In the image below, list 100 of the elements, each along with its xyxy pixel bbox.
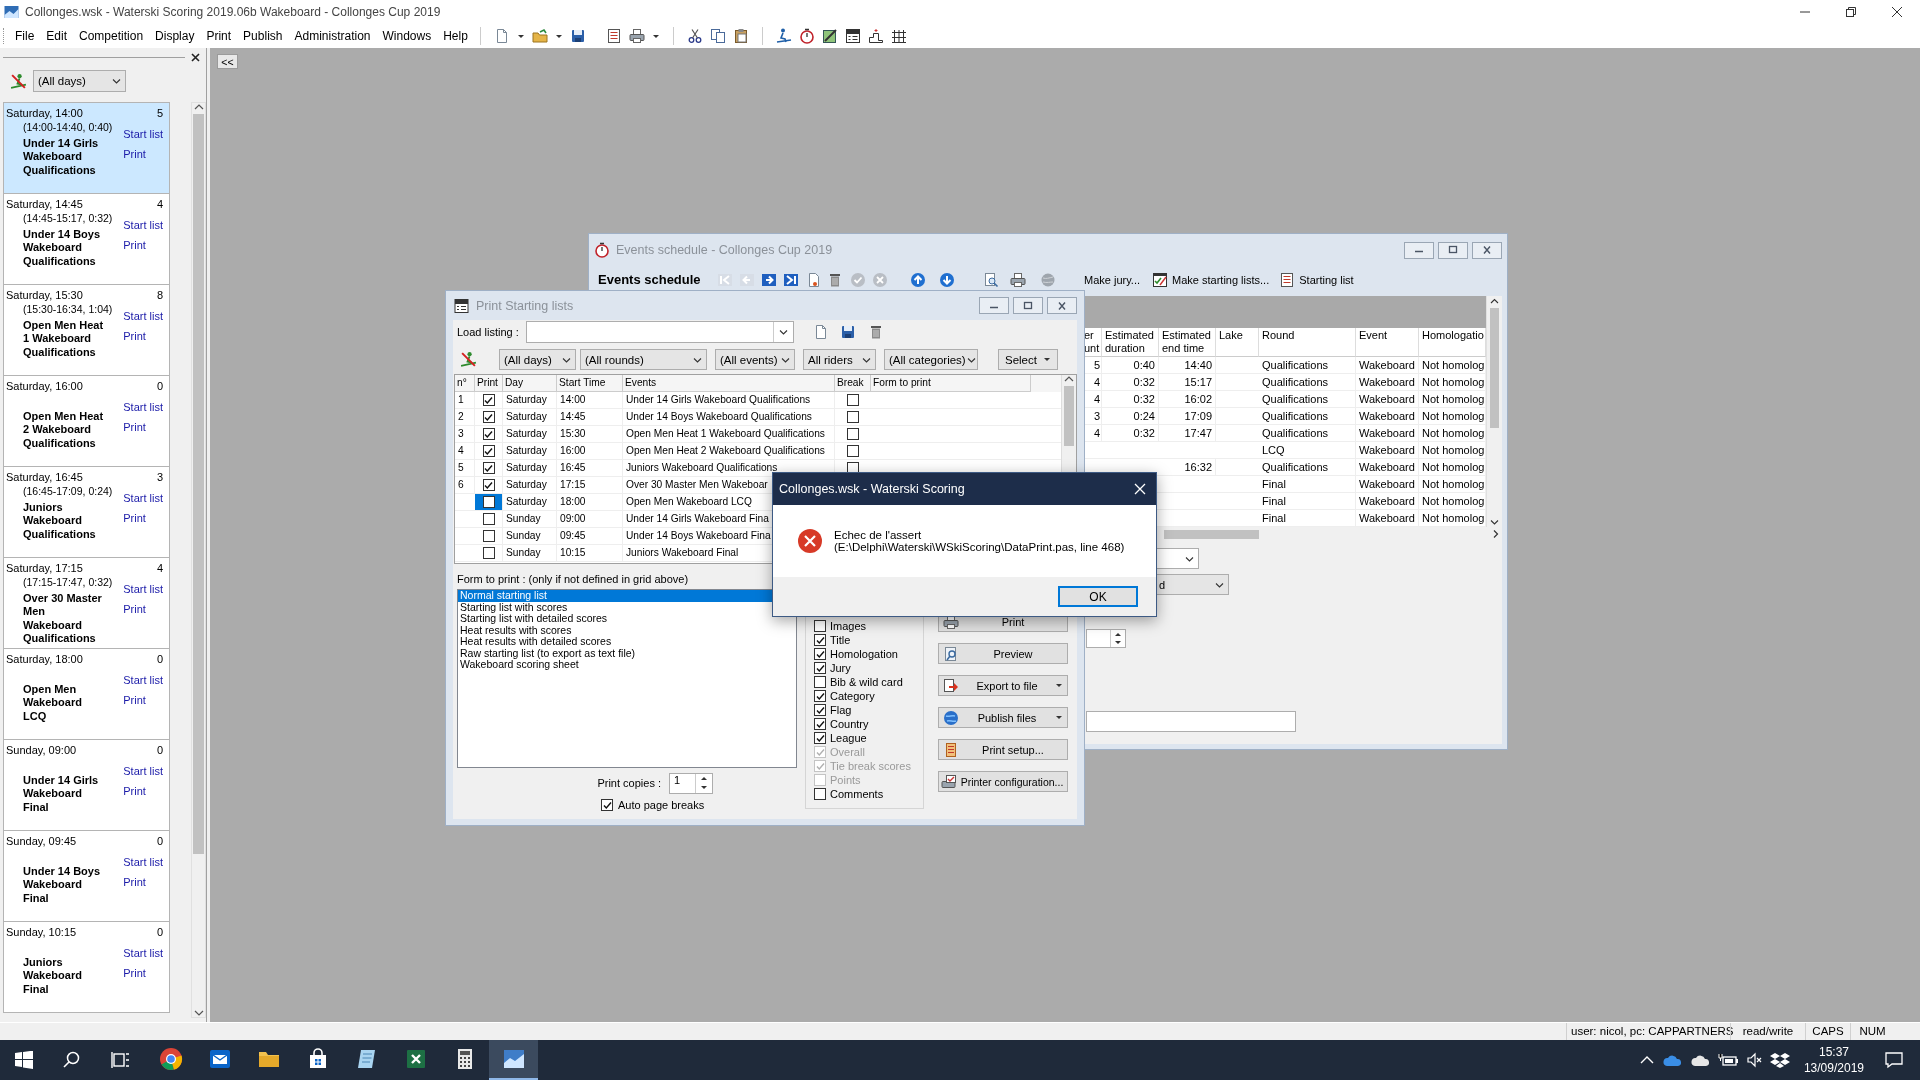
menu-item[interactable]: Edit — [40, 26, 74, 46]
print-link[interactable]: Print — [123, 693, 146, 707]
menu-item[interactable]: Print — [200, 26, 238, 46]
table-cell: 17:15 — [557, 477, 623, 493]
event-name: Juniors Wakeboard Final — [23, 956, 83, 996]
event-time: Saturday, 14:00 — [6, 106, 83, 120]
field-label: Load listing : — [457, 326, 520, 338]
menu-item[interactable]: Publish — [237, 26, 289, 46]
print-link[interactable]: Print — [123, 420, 146, 434]
action-button[interactable]: Printer configuration... — [938, 771, 1068, 792]
field-label: Print copies : — [597, 777, 661, 789]
event-card[interactable]: Saturday, 18:00 0 Open Men Wakeboard LCQ Start list Print — [3, 649, 170, 740]
column-header: Print — [475, 375, 503, 392]
filter-dropdown[interactable]: (All events) — [715, 349, 795, 370]
table-cell: Saturday — [503, 426, 557, 442]
checkbox-label: Bib & wild card — [830, 676, 903, 688]
menu-item[interactable]: Competition — [73, 26, 150, 46]
print-link[interactable]: Print — [123, 602, 146, 616]
action-button[interactable]: Make jury... — [1082, 268, 1143, 291]
select-button[interactable]: Select — [998, 349, 1058, 370]
start-list-link[interactable]: Start list — [123, 309, 163, 323]
error-message: (E:\Delphi\Waterski\WSkiScoring\DataPrint.pas, line 468) — [834, 541, 1125, 554]
menu-item[interactable]: Display — [149, 26, 201, 46]
window-title: Events schedule - Collonges Cup 2019 — [616, 243, 833, 257]
start-list-link[interactable]: Start list — [123, 946, 163, 960]
checkbox-label: Flag — [830, 704, 852, 716]
print-link[interactable]: Print — [123, 511, 146, 525]
table-cell: Wakeboard — [1356, 408, 1419, 424]
table-cell: Final — [1259, 476, 1356, 492]
list-item[interactable]: Starting list with detailed scores — [458, 613, 796, 625]
rider-count: 0 — [156, 652, 163, 666]
table-cell: 0:32 — [1102, 374, 1159, 390]
filter-dropdown[interactable]: (All days) — [499, 349, 576, 370]
start-list-link[interactable]: Start list — [123, 855, 163, 869]
time-range: (15:30-16:34, 1:04) — [23, 302, 114, 316]
start-list-link[interactable]: Start list — [123, 764, 163, 778]
table-cell: 6 — [455, 477, 475, 493]
print-link[interactable]: Print — [123, 329, 146, 343]
column-header: Break — [835, 375, 871, 392]
table-cell: Wakeboard — [1356, 357, 1419, 373]
start-list-link[interactable]: Start list — [123, 218, 163, 232]
table-cell: 0:40 — [1102, 357, 1159, 373]
table-cell: 0:32 — [1102, 391, 1159, 407]
event-card[interactable]: Saturday, 16:00 0 Open Men Heat 2 Wakeboard Qualifications Start list Print — [3, 376, 170, 467]
copies-spinner[interactable]: 1 — [669, 772, 713, 794]
list-item[interactable]: Raw starting list (to export as text file) — [458, 647, 796, 659]
filter-dropdown[interactable]: (All categories) — [884, 349, 978, 370]
event-name: Under 14 Boys Wakeboard Final — [23, 865, 102, 905]
action-button[interactable]: Print setup... — [938, 739, 1068, 760]
collapse-button[interactable]: << — [217, 54, 238, 69]
rider-count: 8 — [156, 288, 163, 302]
start-list-link[interactable]: Start list — [123, 491, 163, 505]
event-name: Under 14 Boys Wakeboard Qualifications — [23, 228, 102, 268]
table-cell: 10:15 — [557, 545, 623, 561]
print-link[interactable]: Print — [123, 784, 146, 798]
window-title: Collonges.wsk - Waterski Scoring 2019.06b Wakeboard - Collonges Cup 2019 — [25, 5, 441, 19]
column-header: Day — [503, 375, 557, 392]
action-button[interactable]: Export to file — [938, 675, 1068, 696]
column-header: n° — [455, 375, 475, 392]
menu-item[interactable]: File — [9, 26, 41, 46]
table-cell: 16:00 — [557, 443, 623, 459]
rider-count: 0 — [156, 379, 163, 393]
event-card[interactable]: Sunday, 09:00 0 Under 14 Girls Wakeboard Final Start list Print — [3, 740, 170, 831]
table-cell: Wakeboard — [1356, 374, 1419, 390]
clock-date: 13/09/2019 — [1803, 1060, 1864, 1076]
print-link[interactable]: Print — [123, 966, 146, 980]
action-button[interactable]: Preview — [938, 643, 1068, 664]
table-cell: Saturday — [503, 409, 557, 425]
print-link[interactable]: Print — [123, 147, 146, 161]
table-cell: Final — [1259, 493, 1356, 509]
start-list-link[interactable]: Start list — [123, 400, 163, 414]
list-item[interactable]: Heat results with detailed scores — [458, 636, 796, 648]
rider-count: 5 — [156, 106, 163, 120]
action-button[interactable]: Make starting lists... — [1150, 268, 1272, 291]
time-range: (14:00-14:40, 0:40) — [23, 120, 114, 134]
start-list-link[interactable]: Start list — [123, 582, 163, 596]
print-link[interactable]: Print — [123, 875, 146, 889]
table-cell: 16:02 — [1159, 391, 1216, 407]
table-cell: Saturday — [503, 460, 557, 476]
filter-dropdown[interactable]: All riders — [803, 349, 876, 370]
print-link[interactable]: Print — [123, 238, 146, 252]
list-item[interactable]: Heat results with scores — [458, 624, 796, 636]
table-cell: 2 — [455, 409, 475, 425]
menu-item[interactable]: Help — [437, 26, 474, 46]
event-card[interactable]: Sunday, 09:45 0 Under 14 Boys Wakeboard Final Start list Print — [3, 831, 170, 922]
menu-item[interactable]: Windows — [376, 26, 438, 46]
day-filter-dropdown[interactable]: (All days) — [33, 70, 126, 92]
event-card[interactable]: Sunday, 10:15 0 Juniors Wakeboard Final Start list Print — [3, 922, 170, 1013]
rider-count: 0 — [156, 834, 163, 848]
start-list-link[interactable]: Start list — [123, 673, 163, 687]
filter-dropdown[interactable]: (All rounds) — [580, 349, 707, 370]
checkbox-label: Auto page breaks — [618, 799, 705, 811]
action-button[interactable]: Starting list — [1277, 268, 1356, 291]
table-cell: 14:40 — [1159, 357, 1216, 373]
start-list-link[interactable]: Start list — [123, 127, 163, 141]
action-button[interactable]: Publish files — [938, 707, 1068, 728]
ok-button[interactable]: OK — [1058, 586, 1138, 607]
event-name: Over 30 Master Men Wakeboard Qualifications — [23, 592, 103, 646]
menu-item[interactable]: Administration — [288, 26, 377, 46]
list-item[interactable]: Wakeboard scoring sheet — [458, 659, 796, 671]
